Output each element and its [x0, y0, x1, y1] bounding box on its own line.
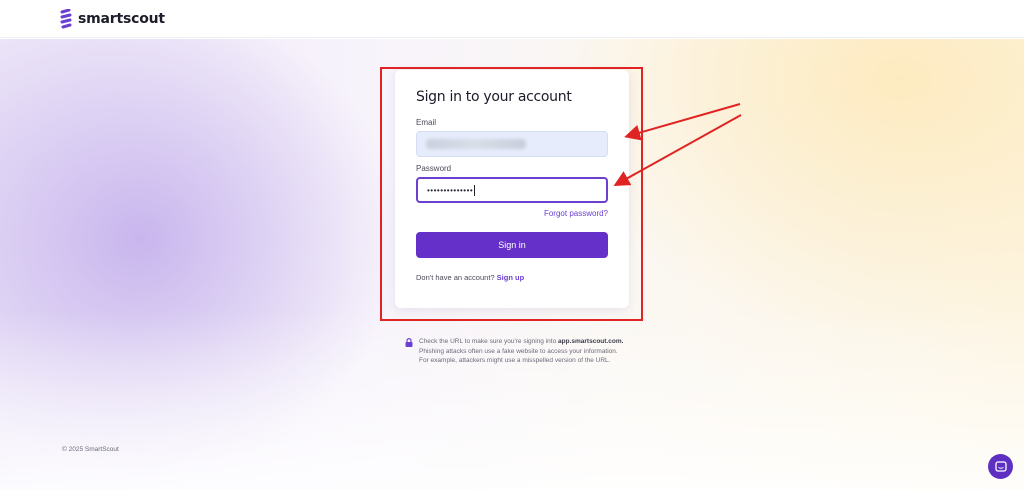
notice-lead: Check the URL to make sure you're signin… [419, 338, 557, 345]
notice-domain: app.smartscout.com. [558, 338, 624, 345]
smartscout-logo-icon [60, 8, 72, 28]
annotation-highlight-box [380, 67, 643, 321]
top-header: smartscout [0, 0, 1024, 38]
brand-name: smartscout [78, 10, 165, 27]
chat-icon [994, 460, 1007, 472]
security-notice: Check the URL to make sure you're signin… [405, 337, 625, 366]
brand-logo[interactable]: smartscout [60, 8, 165, 29]
chat-launcher-button[interactable] [988, 454, 1013, 479]
security-notice-text: Check the URL to make sure you're signin… [419, 337, 625, 366]
footer-copyright: © 2025 SmartScout [62, 446, 119, 453]
lock-icon [405, 338, 413, 347]
notice-rest: Phishing attacks often use a fake websit… [419, 347, 618, 365]
